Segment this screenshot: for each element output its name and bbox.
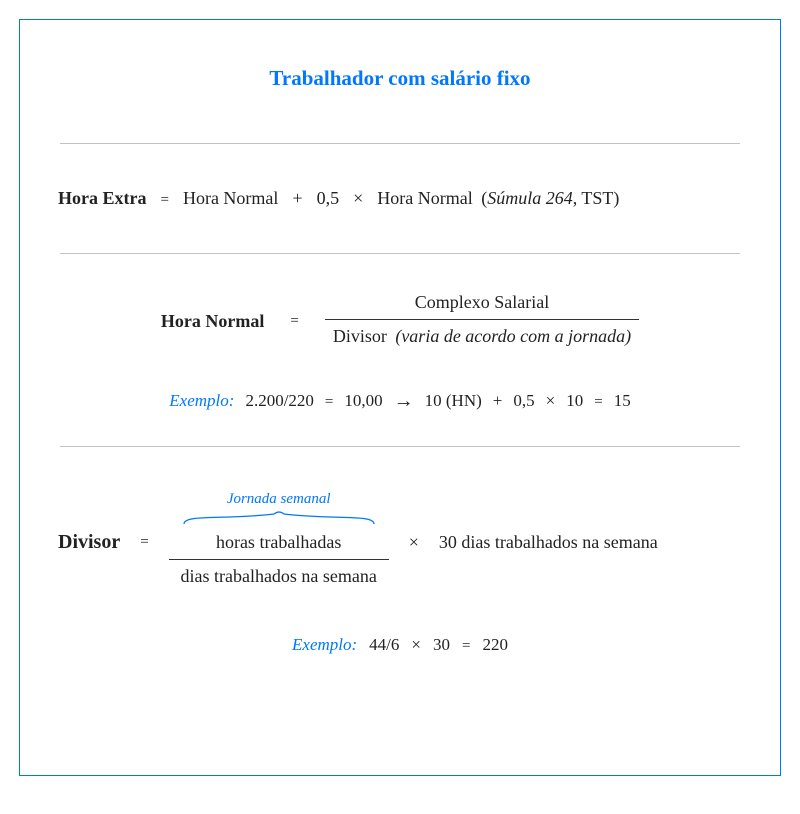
lhs-divisor: Divisor [58, 531, 120, 554]
equals-sign: = [594, 394, 602, 411]
formula-hora-normal: Hora Normal = Complexo Salarial Divisor … [54, 290, 746, 353]
formula-divisor: Divisor = Jornada semanal horas trabalha… [54, 491, 746, 593]
ex-d: 0,5 [513, 391, 534, 411]
equals-sign: = [160, 192, 168, 209]
example-label: Exemplo: [292, 635, 357, 655]
page-title: Trabalhador com salário fixo [54, 66, 746, 91]
factor-half: 0,5 [317, 188, 340, 209]
ex-f: 15 [614, 391, 631, 411]
note-sumula: Súmula 264 [487, 188, 573, 208]
ex-c: 10 (HN) [425, 391, 482, 411]
equals-sign: = [462, 638, 470, 655]
section-divisor: Divisor = Jornada semanal horas trabalha… [54, 447, 746, 665]
fraction-divisor: horas trabalhadas dias trabalhados na se… [169, 530, 389, 593]
ex-b: 30 [433, 635, 450, 655]
equals-sign: = [140, 534, 148, 551]
term-hora-normal-1: Hora Normal [183, 188, 278, 209]
den-plain: Divisor [333, 326, 387, 346]
example-hora-normal: Exemplo: 2.200/220 = 10,00 → 10 (HN) + 0… [54, 389, 746, 412]
document-frame: Trabalhador com salário fixo Hora Extra … [19, 19, 781, 776]
lhs-hora-normal: Hora Normal [161, 311, 264, 332]
times-sign: × [409, 532, 419, 553]
ex-a: 44/6 [369, 635, 399, 655]
numerator-complexo: Complexo Salarial [407, 290, 557, 319]
times-sign: × [546, 391, 556, 411]
plus-sign: + [292, 188, 302, 209]
times-sign: × [353, 188, 363, 209]
note-rest: , TST) [573, 188, 620, 208]
ex-b: 10,00 [344, 391, 382, 411]
equals-sign: = [290, 313, 298, 330]
curly-brace-icon [179, 506, 379, 526]
denominator-dias: dias trabalhados na semana [172, 560, 384, 593]
formula-hora-extra: Hora Extra = Hora Normal + 0,5 × Hora No… [54, 188, 746, 209]
den-ital: (varia de acordo com a jornada) [395, 326, 631, 346]
arrow-right-icon: → [394, 390, 414, 413]
term-hora-normal-2: Hora Normal [377, 188, 472, 208]
rhs-30-dias: 30 dias trabalhados na semana [439, 532, 658, 553]
ex-e: 10 [566, 391, 583, 411]
term-with-note: Hora Normal (Súmula 264, TST) [377, 188, 619, 209]
denominator-divisor: Divisor (varia de acordo com a jornada) [325, 320, 639, 353]
section-hora-extra: Hora Extra = Hora Normal + 0,5 × Hora No… [54, 144, 746, 253]
equals-sign: = [325, 394, 333, 411]
example-divisor: Exemplo: 44/6 × 30 = 220 [54, 635, 746, 655]
example-label: Exemplo: [169, 391, 234, 411]
fraction-hora-normal: Complexo Salarial Divisor (varia de acor… [325, 290, 639, 353]
times-sign: × [411, 635, 421, 655]
lhs-hora-extra: Hora Extra [58, 188, 146, 209]
section-hora-normal: Hora Normal = Complexo Salarial Divisor … [54, 254, 746, 446]
ex-c: 220 [482, 635, 508, 655]
numerator-horas: horas trabalhadas [208, 530, 349, 559]
brace-group: Jornada semanal horas trabalhadas dias t… [169, 491, 389, 593]
plus-sign: + [493, 391, 503, 411]
ex-a: 2.200/220 [245, 391, 313, 411]
